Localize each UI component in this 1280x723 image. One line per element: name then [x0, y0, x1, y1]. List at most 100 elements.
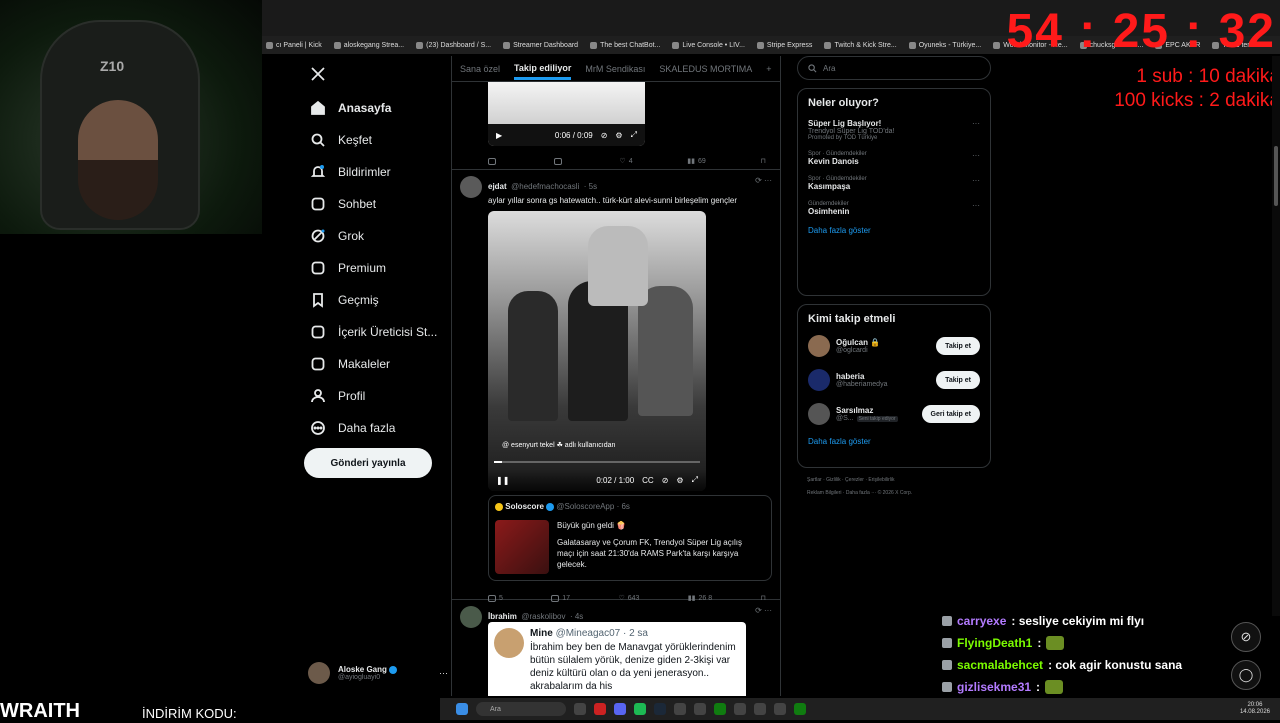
- mute-icon[interactable]: ⊘: [662, 476, 669, 485]
- bookmark-item[interactable]: Streamer Dashboard: [503, 41, 578, 49]
- avatar[interactable]: [460, 606, 482, 628]
- bookmark-item[interactable]: (23) Dashboard / S...: [416, 41, 491, 49]
- task-view-icon[interactable]: [574, 703, 586, 715]
- epic-icon[interactable]: [674, 703, 686, 715]
- more-dots-icon[interactable]: ···: [439, 668, 448, 678]
- footer-line[interactable]: Reklam Bilgileri · Daha fazla ··· © 2026…: [807, 487, 981, 500]
- post-button[interactable]: Gönderi yayınla: [304, 448, 432, 478]
- trend-item[interactable]: Spor · Gündemdekiler Kasımpaşa ···: [808, 176, 980, 191]
- tweet-time[interactable]: · 5s: [584, 182, 597, 191]
- account-switcher[interactable]: Aloske Gang @ayiogluayi0 ···: [308, 656, 448, 690]
- steam-icon[interactable]: [654, 703, 666, 715]
- bookmark-item[interactable]: cı Paneli | Kick: [266, 41, 322, 49]
- bookmark-item[interactable]: Live Console • LIV...: [672, 41, 745, 49]
- chat-username[interactable]: gizlisekme31: [957, 680, 1031, 694]
- video-progress[interactable]: [494, 461, 700, 463]
- settings-icon[interactable]: ⚙: [676, 476, 683, 485]
- tweet-time[interactable]: · 4s: [570, 612, 583, 621]
- timeline-tab[interactable]: Sana özel: [460, 64, 500, 74]
- discord-icon[interactable]: [614, 703, 626, 715]
- nav-item-more[interactable]: Daha fazla: [300, 412, 450, 444]
- video-controls[interactable]: ▶ 0:06 / 0:09 ⊘ ⚙ ⤢: [488, 124, 645, 146]
- tweet-author[interactable]: İbrahim: [488, 612, 517, 621]
- bookmark-item[interactable]: aloskegang Strea...: [333, 41, 404, 49]
- avatar[interactable]: [808, 403, 830, 425]
- follow-button[interactable]: Geri takip et: [921, 405, 980, 423]
- follow-show-more-link[interactable]: Daha fazla göster: [808, 437, 980, 446]
- nav-item-doc[interactable]: Makaleler: [300, 348, 450, 380]
- fullscreen-icon[interactable]: ⤢: [692, 475, 698, 485]
- page-scrollbar[interactable]: [1272, 56, 1280, 616]
- app-icon[interactable]: [734, 703, 746, 715]
- settings-icon[interactable]: ⚙: [615, 131, 622, 140]
- captions-icon[interactable]: CC: [642, 476, 654, 485]
- system-clock[interactable]: 20:06 14.08.2026: [1240, 702, 1270, 716]
- nav-item-grok[interactable]: Grok: [300, 220, 450, 252]
- x-logo[interactable]: [300, 56, 450, 92]
- bookmark-button[interactable]: ⊓: [761, 157, 766, 165]
- chat-username[interactable]: FlyingDeath1: [957, 636, 1032, 650]
- messages-icon[interactable]: ◯: [1231, 660, 1261, 690]
- bookmark-item[interactable]: Twitch & Kick Stre...: [824, 41, 897, 49]
- follow-button[interactable]: Takip et: [936, 371, 980, 389]
- xbox-icon[interactable]: [794, 703, 806, 715]
- timeline-tab[interactable]: SKALEDUS MORTIMA: [659, 64, 752, 74]
- nav-item-rocket[interactable]: İçerik Üreticisi St...: [300, 316, 450, 348]
- tweet-card[interactable]: ejdat @hedefmachocasli · 5s aylar yıllar…: [452, 170, 780, 602]
- video-player[interactable]: ▶ 0:06 / 0:09 ⊘ ⚙ ⤢: [488, 82, 645, 146]
- avatar[interactable]: [460, 176, 482, 198]
- follow-suggestion[interactable]: Sarsılmaz @S... Seni takip ediyor Geri taki…: [808, 403, 980, 425]
- quoted-screenshot[interactable]: Mine @Mineagac07 · 2 sa İbrahim bey ben …: [488, 622, 746, 696]
- video-controls[interactable]: ❚❚ 0:02 / 1:00 CC ⊘ ⚙ ⤢: [488, 469, 706, 491]
- trend-more-icon[interactable]: ···: [972, 151, 980, 160]
- trends-show-more-link[interactable]: Daha fazla göster: [808, 226, 980, 235]
- opera-icon[interactable]: [594, 703, 606, 715]
- timeline-tab[interactable]: Takip ediliyor: [514, 57, 572, 80]
- retweet-button[interactable]: [553, 157, 565, 165]
- trend-item[interactable]: Spor · Gündemdekiler Kevin Danois ···: [808, 151, 980, 166]
- tweet-handle[interactable]: @hedefmachocasli: [511, 182, 579, 191]
- chat-username[interactable]: carryexe: [957, 614, 1006, 628]
- tweet-handle[interactable]: @raskolibov: [521, 612, 565, 621]
- spotify-icon[interactable]: [634, 703, 646, 715]
- app-icon[interactable]: [694, 703, 706, 715]
- follow-button[interactable]: Takip et: [936, 337, 980, 355]
- play-icon[interactable]: ▶: [496, 131, 502, 140]
- bookmark-item[interactable]: Oyuneks - Türkiye...: [908, 41, 981, 49]
- avatar[interactable]: [808, 369, 830, 391]
- nav-item-search[interactable]: Keşfet: [300, 124, 450, 156]
- xbox-icon[interactable]: [714, 703, 726, 715]
- footer-line[interactable]: Şartlar · Gizlilik · Çerezler · Erişileb…: [807, 474, 981, 487]
- footer-links[interactable]: Şartlar · Gizlilik · Çerezler · Erişileb…: [797, 468, 991, 506]
- grok-icon[interactable]: ⊘: [1231, 622, 1261, 652]
- app-icon[interactable]: [754, 703, 766, 715]
- nav-item-home[interactable]: Anasayfa: [300, 92, 450, 124]
- nav-item-bookmark[interactable]: Geçmiş: [300, 284, 450, 316]
- reply-button[interactable]: [488, 157, 499, 165]
- tweet-card[interactable]: ▶ 0:06 / 0:09 ⊘ ⚙ ⤢ ♡ 4 ▮▮ 69 ⊓: [452, 82, 780, 170]
- nav-item-chat[interactable]: Sohbet: [300, 188, 450, 220]
- add-tab-button[interactable]: +: [766, 64, 771, 74]
- bookmark-item[interactable]: The best ChatBot...: [590, 41, 660, 49]
- mute-icon[interactable]: ⊘: [601, 131, 608, 140]
- trend-more-icon[interactable]: ···: [972, 119, 980, 128]
- pause-icon[interactable]: ❚❚: [496, 476, 509, 485]
- trend-item[interactable]: Süper Lig Başlıyor! Trendyol Süper Lig TO…: [808, 119, 980, 141]
- tweet-card[interactable]: İbrahim @raskolibov · 4s ⟳ ··· Mine @Min…: [452, 600, 780, 696]
- follow-suggestion[interactable]: Oğulcan 🔒 @oglcardi Takip et: [808, 335, 980, 357]
- fullscreen-icon[interactable]: ⤢: [631, 130, 637, 140]
- views-count[interactable]: ▮▮ 69: [687, 157, 706, 166]
- timeline-tab[interactable]: MrM Sendikası: [585, 64, 645, 74]
- nav-item-user[interactable]: Profil: [300, 380, 450, 412]
- trend-more-icon[interactable]: ···: [972, 201, 980, 210]
- bookmark-item[interactable]: Stripe Express: [756, 41, 812, 49]
- start-icon[interactable]: [456, 703, 468, 715]
- taskbar-search[interactable]: Ara: [476, 702, 566, 716]
- avatar[interactable]: [808, 335, 830, 357]
- trend-more-icon[interactable]: ···: [972, 176, 980, 185]
- obs-icon[interactable]: [774, 703, 786, 715]
- follow-suggestion[interactable]: haberia @haberiamedya Takip et: [808, 369, 980, 391]
- tweet-more-icon[interactable]: ⟳ ···: [755, 176, 772, 205]
- video-player[interactable]: @ esenyurt tekel ☘ adlı kullanıcıdan ❚❚ …: [488, 211, 706, 491]
- quoted-tweet[interactable]: Soloscore @SoloscoreApp · 6s Büyük gün g…: [488, 495, 772, 581]
